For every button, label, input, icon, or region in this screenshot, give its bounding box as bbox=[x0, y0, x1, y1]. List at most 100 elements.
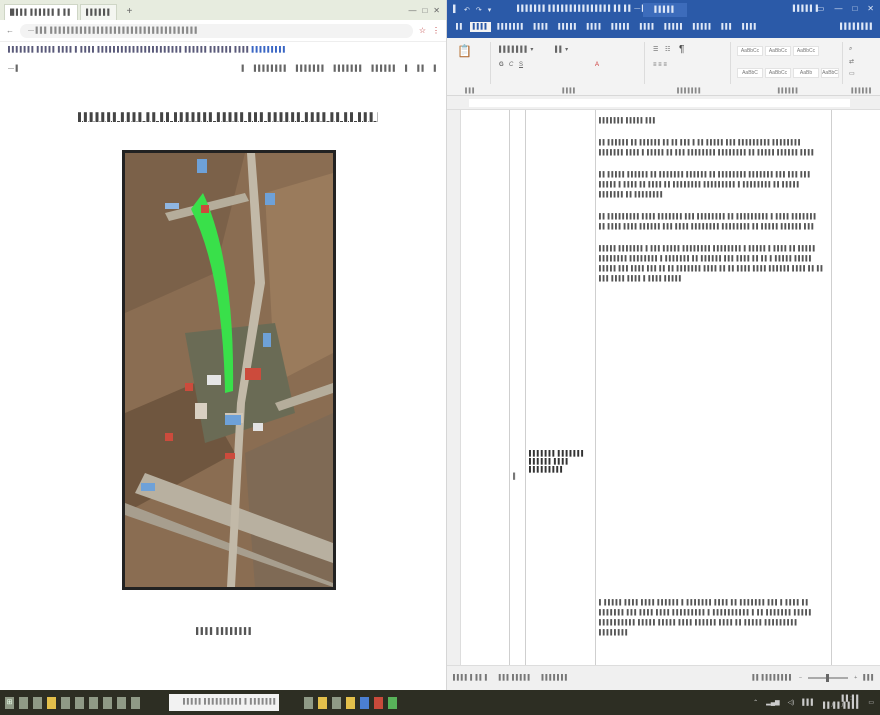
pdf-tool-highlight[interactable]: ▌▌▌▌▌▌▌ bbox=[296, 66, 326, 72]
app-icon[interactable] bbox=[33, 696, 42, 709]
word-document-page[interactable]: ▌ ▌▌▌▌▌▌▌ ▌▌▌▌▌▌▌ ▌▌▌▌▌▌ ▌▌▌▌ ▌▌▌▌▌▌▌▌▌ … bbox=[461, 110, 880, 665]
browser-tab-second[interactable]: ▌▌▌▌▌▌ bbox=[79, 4, 118, 20]
app-icon[interactable] bbox=[332, 696, 341, 709]
style-no-spacing[interactable]: AaBbCc bbox=[765, 46, 791, 56]
style-heading-2[interactable]: AaBbC bbox=[737, 68, 763, 78]
tab-design[interactable]: ▌▌▌▌ bbox=[531, 22, 553, 32]
clock[interactable]: ▌▌:▌▌ ▌▌/▌▌/▌▌▌▌ bbox=[823, 696, 860, 710]
pdf-tool-1[interactable]: ▌ bbox=[242, 66, 246, 72]
app-icon[interactable] bbox=[346, 696, 355, 709]
tab-mailings[interactable]: ▌▌▌▌▌ bbox=[608, 22, 633, 32]
zoom-out-icon[interactable]: − bbox=[799, 675, 802, 681]
zoom-slider[interactable] bbox=[808, 674, 849, 682]
align-icon[interactable]: ≡ ≡ ≡ bbox=[653, 62, 667, 68]
share-button[interactable]: ▌▌▌▌▌▌▌▌ bbox=[840, 24, 874, 30]
extensions-icon[interactable]: ⋮ bbox=[432, 26, 440, 35]
paragraph-mark-icon[interactable]: ¶ bbox=[679, 44, 684, 55]
style-subtitle[interactable]: AaBb bbox=[793, 68, 819, 78]
ribbon-display-icon[interactable]: ▭ bbox=[817, 4, 825, 13]
tab-insert[interactable]: ▌▌▌▌▌▌▌ bbox=[494, 22, 527, 32]
undo-icon[interactable]: ↶ bbox=[464, 6, 470, 14]
replace-icon[interactable]: ⇄ bbox=[849, 58, 854, 65]
horizontal-ruler[interactable] bbox=[447, 96, 880, 110]
app-icon[interactable] bbox=[304, 696, 313, 709]
style-heading-1[interactable]: AaBbCc bbox=[793, 46, 819, 56]
tab-review[interactable]: ▌▌▌▌ bbox=[637, 22, 659, 32]
italic-icon[interactable]: C bbox=[509, 62, 513, 68]
pdf-tool-8[interactable]: ▌ bbox=[434, 66, 438, 72]
font-color-icon[interactable]: A bbox=[595, 62, 599, 68]
app-icon[interactable] bbox=[117, 696, 126, 709]
back-icon[interactable]: ← bbox=[6, 26, 14, 35]
find-icon[interactable]: ⌕ bbox=[849, 46, 852, 53]
task-view-icon[interactable] bbox=[19, 696, 28, 709]
word-app-icon[interactable] bbox=[360, 696, 369, 709]
tab-table-design[interactable]: ▌▌▌▌▌ bbox=[690, 22, 715, 32]
paragraph-bottom[interactable]: ▌ ▌▌▌▌▌ ▌▌▌▌ ▌▌▌▌ ▌▌▌▌▌▌ ▌ ▌▌▌▌▌▌▌ ▌▌▌▌ … bbox=[599, 598, 825, 638]
pdf-tool-6[interactable]: ▌ bbox=[405, 66, 409, 72]
redo-icon[interactable]: ↷ bbox=[476, 6, 482, 14]
tab-layout[interactable]: ▌▌▌▌▌ bbox=[555, 22, 580, 32]
table-row-label[interactable]: ▌▌▌▌▌▌▌ ▌▌▌▌▌▌▌ ▌▌▌▌▌▌ ▌▌▌▌ ▌▌▌▌▌▌▌▌▌ bbox=[529, 450, 593, 474]
font-size-box[interactable]: ▌▌ ▾ bbox=[555, 46, 568, 53]
file-explorer-icon[interactable] bbox=[47, 696, 56, 709]
input-language[interactable]: ▌▌▌ bbox=[802, 700, 815, 706]
tray-chevron-icon[interactable]: ⌃ bbox=[753, 699, 758, 706]
close-icon[interactable]: ✕ bbox=[867, 4, 874, 13]
pdf-document-view[interactable]: ▌▌▌▌▌▌▌ ▌▌▌▌ ▌▌ ▌▌ ▌▌▌▌▌▌▌ ▌▌▌▌▌ ▌▌▌ ▌▌▌… bbox=[0, 104, 446, 690]
app-icon[interactable] bbox=[75, 696, 84, 709]
style-title[interactable]: AaBbCc bbox=[765, 68, 791, 78]
maximize-icon[interactable]: □ bbox=[852, 4, 857, 13]
minimize-icon[interactable]: — bbox=[408, 6, 416, 15]
page-count[interactable]: ▌▌▌▌ ▌ ▌▌ ▌ bbox=[453, 675, 489, 681]
app-icon[interactable] bbox=[61, 696, 70, 709]
customize-qat-icon[interactable]: ▾ bbox=[488, 6, 492, 14]
language[interactable]: ▌▌▌▌▌▌▌ bbox=[541, 675, 568, 681]
style-emphasis[interactable]: AaBbC bbox=[821, 68, 839, 78]
app-icon[interactable] bbox=[89, 696, 98, 709]
app-icon[interactable] bbox=[131, 696, 140, 709]
table-cell-text[interactable]: ▌▌▌▌▌▌▌ ▌▌▌▌▌ ▌▌▌ ▌▌ ▌▌▌▌▌▌ ▌▌ ▌▌▌▌▌▌ ▌▌… bbox=[599, 116, 825, 296]
tab-table-layout[interactable]: ▌▌▌ bbox=[718, 22, 736, 32]
minimize-icon[interactable]: — bbox=[834, 4, 842, 13]
pdf-tool-read[interactable]: ▌▌▌▌▌▌ bbox=[371, 66, 397, 72]
tab-tell-me[interactable]: ▌▌▌▌ bbox=[739, 22, 761, 32]
save-icon[interactable]: ▌ bbox=[453, 6, 458, 14]
select-icon[interactable]: ▭ bbox=[849, 70, 855, 77]
focus-mode[interactable]: ▌▌ ▌▌▌▌▌▌▌▌ bbox=[752, 675, 793, 681]
close-icon[interactable]: ✕ bbox=[433, 6, 440, 15]
zoom-level[interactable]: ▌▌▌ bbox=[863, 675, 875, 681]
pdf-tool-7[interactable]: ▌▌ bbox=[417, 66, 426, 72]
maximize-icon[interactable]: □ bbox=[422, 6, 427, 15]
numbering-icon[interactable]: ☷ bbox=[665, 46, 670, 53]
tab-home[interactable]: ▌▌▌▌ bbox=[469, 22, 492, 32]
underline-icon[interactable]: S bbox=[519, 62, 523, 68]
tab-file[interactable]: ▌▌ bbox=[453, 22, 467, 32]
pdf-tool-draw[interactable]: ▌▌▌▌▌▌▌▌ bbox=[254, 66, 288, 72]
folder-icon[interactable] bbox=[318, 696, 327, 709]
address-bar[interactable]: — ▌▌▌ ▌▌▌▌▌▌▌▌▌▌▌▌▌▌▌▌▌▌▌▌▌▌▌▌▌▌▌▌▌▌▌▌▌▌… bbox=[20, 23, 413, 38]
start-icon[interactable]: ⊞ bbox=[5, 696, 14, 709]
pdf-tool-erase[interactable]: ▌▌▌▌▌▌▌ bbox=[334, 66, 364, 72]
bookmark-icon[interactable]: ☆ bbox=[419, 26, 426, 35]
browser-app-icon[interactable] bbox=[374, 696, 383, 709]
style-normal[interactable]: AaBbCc bbox=[737, 46, 763, 56]
tab-view[interactable]: ▌▌▌▌▌ bbox=[661, 22, 686, 32]
tab-references[interactable]: ▌▌▌▌ bbox=[584, 22, 606, 32]
volume-icon[interactable]: ◁) bbox=[788, 699, 795, 706]
notice-link[interactable]: ▌▌▌▌▌▌▌▌▌ bbox=[252, 47, 287, 53]
browser-tab-pdf[interactable]: █ ▌▌▌ ▌▌▌▌▌▌ ▌ ▌▌ bbox=[4, 4, 78, 20]
vertical-ruler[interactable] bbox=[447, 110, 461, 665]
app-icon[interactable] bbox=[103, 696, 112, 709]
font-name-box[interactable]: ▌▌▌▌▌▌▌ ▾ bbox=[499, 46, 533, 53]
notifications-icon[interactable]: ▭ bbox=[868, 699, 874, 706]
paste-icon[interactable]: 📋 bbox=[457, 44, 472, 58]
bullets-icon[interactable]: ☰ bbox=[653, 46, 658, 53]
bold-icon[interactable]: G bbox=[499, 62, 504, 68]
taskbar-search-box[interactable]: ▌▌▌▌▌ ▌▌▌▌▌▌▌▌▌▌ ▌ ▌▌▌▌▌▌▌ bbox=[169, 694, 279, 711]
app-icon[interactable] bbox=[388, 696, 397, 709]
network-icon[interactable]: ▂▄▆ bbox=[766, 699, 779, 706]
zoom-in-icon[interactable]: + bbox=[854, 675, 857, 681]
word-count[interactable]: ▌▌▌ ▌▌▌▌▌ bbox=[499, 675, 532, 681]
new-tab-button[interactable]: + bbox=[123, 6, 135, 18]
